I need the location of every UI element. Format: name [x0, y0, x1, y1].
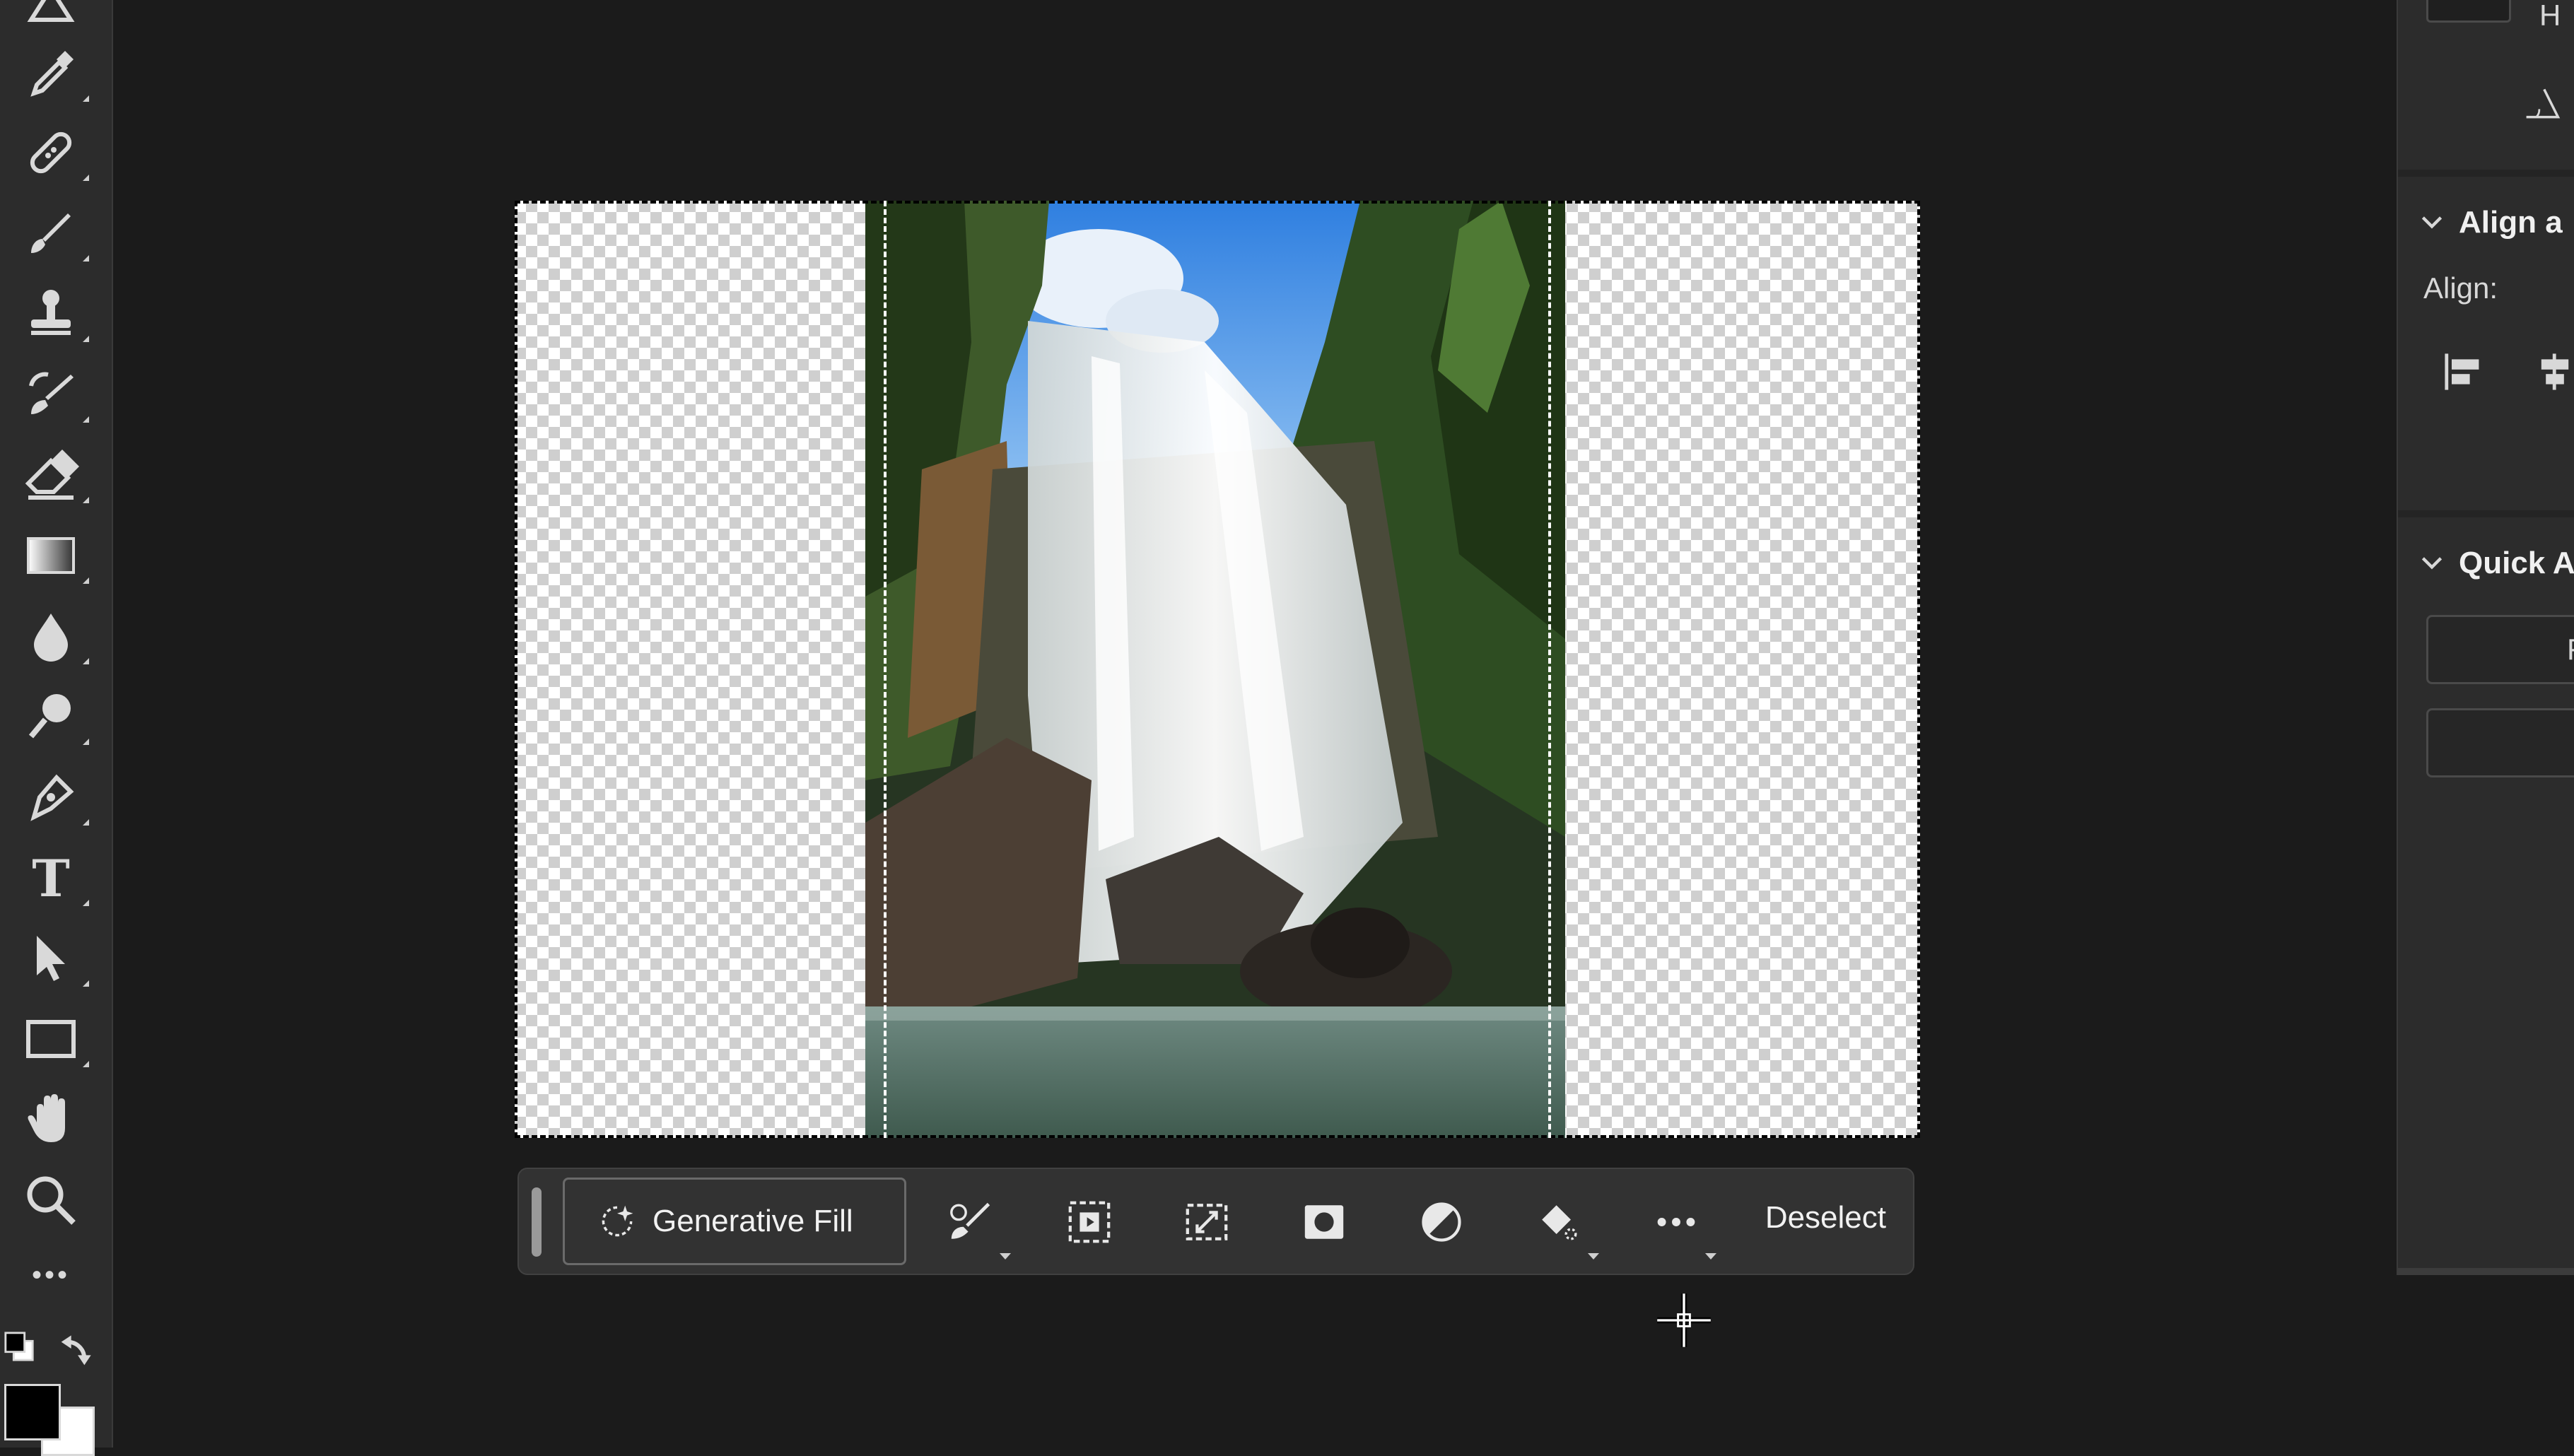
swap-colors-icon[interactable] [58, 1329, 98, 1368]
taskbar-drag-handle[interactable] [532, 1187, 542, 1257]
quick-actions-title: Quick A [2459, 546, 2574, 580]
hand-icon[interactable] [16, 1084, 86, 1155]
more-tools-glyph: ••• [31, 1259, 70, 1291]
clone-stamp-icon[interactable] [16, 278, 89, 349]
eraser-icon[interactable] [16, 440, 89, 510]
align-label: Align: [2423, 271, 2498, 305]
properties-panel: H Align a Align: Quick A F [2397, 0, 2574, 1275]
select-subject-icon[interactable] [1058, 1190, 1121, 1254]
generative-fill-label: Generative Fill [653, 1204, 853, 1238]
mask-icon[interactable] [1292, 1190, 1356, 1254]
frame-tool-icon[interactable] [16, 0, 86, 41]
tools-panel: T ••• [0, 0, 113, 1456]
angle-icon [2526, 88, 2561, 119]
align-section-header[interactable]: Align a [2419, 205, 2563, 240]
gradient-icon[interactable] [16, 520, 89, 591]
pen-icon[interactable] [16, 762, 89, 833]
align-section-title: Align a [2459, 205, 2563, 240]
height-field[interactable] [2426, 0, 2511, 23]
document-canvas[interactable] [515, 201, 1920, 1138]
type-icon[interactable]: T [16, 843, 89, 913]
quick-action-button-2[interactable] [2426, 708, 2574, 777]
transform-selection-icon[interactable] [1175, 1190, 1239, 1254]
chevron-down-icon [2421, 216, 2443, 229]
quick-actions-section-header[interactable]: Quick A [2419, 546, 2574, 581]
more-options-icon[interactable] [1644, 1190, 1716, 1260]
default-colors-icon[interactable] [3, 1330, 35, 1363]
height-label: H [2539, 0, 2561, 32]
quick-action-button[interactable]: F [2426, 615, 2574, 684]
align-center-icon[interactable] [2532, 349, 2574, 394]
eyedropper-icon[interactable] [16, 38, 89, 109]
fill-icon[interactable] [1527, 1190, 1599, 1260]
brush-icon[interactable] [16, 198, 89, 269]
type-tool-glyph: T [32, 847, 70, 908]
dodge-icon[interactable] [16, 681, 89, 752]
brush-mask-icon[interactable] [939, 1190, 1011, 1260]
invert-selection-icon[interactable] [1410, 1190, 1473, 1254]
generative-fill-button[interactable]: Generative Fill [563, 1178, 906, 1265]
quick-action-button-label: F [2567, 633, 2574, 667]
zoom-icon[interactable] [16, 1165, 86, 1235]
healing-brush-icon[interactable] [16, 117, 89, 188]
move-cursor-icon [1657, 1293, 1711, 1347]
generative-fill-icon [602, 1205, 633, 1237]
contextual-task-bar: Generative Fill Deselect [517, 1168, 1914, 1275]
history-brush-icon[interactable] [16, 359, 89, 430]
align-left-icon[interactable] [2440, 349, 2486, 394]
more-tools-icon[interactable]: ••• [16, 1240, 86, 1310]
chevron-down-icon [2421, 557, 2443, 570]
deselect-button[interactable]: Deselect [1765, 1200, 1886, 1235]
inner-selection-edge [884, 201, 1551, 1138]
rectangle-icon[interactable] [16, 1004, 89, 1074]
panel-divider [2398, 510, 2574, 517]
foreground-color-swatch[interactable] [4, 1384, 61, 1440]
panel-divider [2398, 170, 2574, 177]
path-selection-icon[interactable] [16, 923, 89, 994]
blur-drop-icon[interactable] [16, 601, 89, 671]
